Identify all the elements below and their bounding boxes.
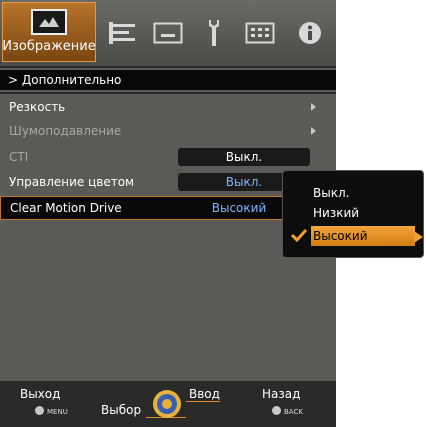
tab-screen[interactable] [146, 4, 190, 62]
menu-item-label: Шумоподавление [9, 124, 122, 138]
checkmark-icon [290, 227, 308, 246]
tab-tools[interactable] [192, 4, 236, 62]
tab-picture[interactable]: Изображение [2, 2, 96, 62]
menu-item-label: Управление цветом [9, 175, 135, 189]
menu-item-value: Высокий [211, 201, 267, 215]
chevron-right-icon [311, 103, 316, 111]
keyboard-icon [245, 22, 275, 44]
option-popup: Выкл. Низкий Высокий [282, 170, 424, 258]
divider [0, 92, 336, 94]
enter-hint: Ввод [189, 387, 220, 401]
menu-item-value: Выкл. [178, 148, 310, 166]
menu-item-sharpness[interactable]: Резкость [0, 95, 332, 119]
tab-label: Изображение [2, 39, 96, 54]
tab-bar: Изображение [0, 0, 336, 66]
menu-key-label: MENU [47, 408, 68, 416]
menu-item-label: Резкость [9, 100, 66, 114]
divider [0, 66, 336, 68]
option-low[interactable]: Низкий [313, 203, 359, 223]
info-icon [298, 21, 322, 45]
menu-item-cti[interactable]: CTI Выкл. [0, 145, 332, 169]
chevron-right-icon [311, 127, 316, 135]
footer-help-bar: Выход MENU Выбор Ввод Назад BACK [0, 381, 336, 427]
navigation-pad-icon [152, 389, 182, 423]
option-off[interactable]: Выкл. [313, 183, 349, 203]
tab-setup[interactable] [100, 4, 144, 62]
menu-item-label: CTI [9, 150, 29, 164]
tab-input[interactable] [238, 4, 282, 62]
menu-key-icon [35, 406, 44, 415]
back-key-icon [272, 406, 281, 415]
exit-hint: Выход [20, 387, 61, 401]
tab-info[interactable] [288, 4, 332, 62]
back-hint: Назад [262, 387, 301, 401]
menu-item-noise-reduction[interactable]: Шумоподавление [0, 119, 332, 143]
select-hint: Выбор [101, 403, 142, 417]
screen-icon [153, 22, 183, 44]
back-key-label: BACK [284, 408, 303, 416]
setup-icon [107, 20, 137, 46]
chevron-right-icon [414, 231, 423, 243]
menu-item-label: Clear Motion Drive [10, 201, 122, 215]
option-high[interactable]: Высокий [311, 226, 415, 246]
wrench-icon [206, 18, 222, 48]
picture-icon [31, 9, 67, 35]
breadcrumb: > Дополнительно [0, 70, 336, 90]
enter-underline [186, 401, 220, 402]
